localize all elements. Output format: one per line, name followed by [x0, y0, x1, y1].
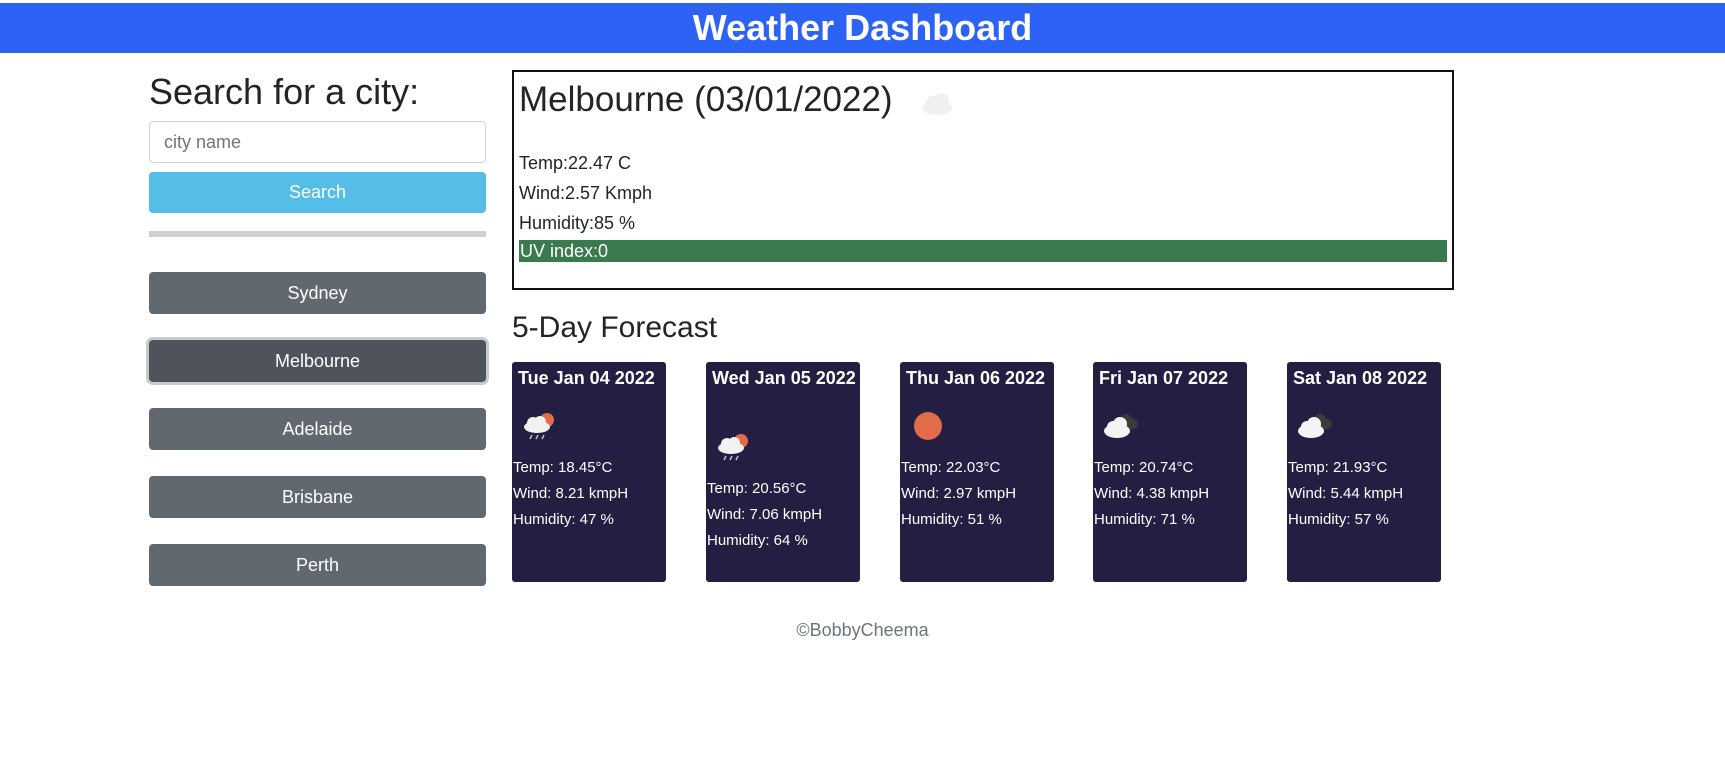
current-city-title: Melbourne (03/01/2022): [519, 80, 893, 119]
forecast-temp: Temp: 20.56°C: [707, 480, 807, 497]
forecast-date: Tue Jan 04 2022: [518, 368, 655, 388]
forecast-card: Tue Jan 04 2022 Temp: 18.45°C Wind: 8.21…: [512, 362, 666, 582]
app-header: Weather Dashboard: [0, 3, 1725, 53]
forecast-temp: Temp: 20.74°C: [1094, 459, 1194, 476]
history-city-melbourne-button[interactable]: Melbourne: [149, 340, 486, 382]
rain-sun-icon: [718, 434, 748, 461]
forecast-wind: Wind: 8.21 kmpH: [513, 485, 629, 502]
uv-index-badge: UV index:0: [519, 240, 1447, 262]
forecast-wind: Wind: 2.97 kmpH: [901, 485, 1017, 502]
forecast-humidity: Humidity: 47 %: [513, 511, 614, 528]
forecast-date: Thu Jan 06 2022: [906, 368, 1046, 388]
forecast-humidity: Humidity: 71 %: [1094, 511, 1195, 528]
rain-sun-icon: [524, 413, 554, 440]
current-temp: Temp:22.47 C: [519, 153, 632, 173]
divider: [149, 231, 486, 237]
forecast-date: Wed Jan 05 2022: [712, 368, 856, 388]
broken-clouds-icon: [1298, 414, 1332, 438]
app-title: Weather Dashboard: [692, 7, 1033, 48]
forecast-card: Fri Jan 07 2022 Temp: 20.74°C Wind: 4.38…: [1093, 362, 1247, 582]
current-humidity: Humidity:85 %: [519, 213, 636, 233]
forecast-wind: Wind: 4.38 kmpH: [1094, 485, 1210, 502]
cloud-icon: [922, 93, 952, 115]
forecast-humidity: Humidity: 51 %: [901, 511, 1002, 528]
forecast-temp: Temp: 22.03°C: [901, 459, 1001, 476]
forecast-wind: Wind: 5.44 kmpH: [1288, 485, 1404, 502]
search-sidebar: Search for a city: Search Sydney Melbour…: [149, 70, 486, 586]
forecast-date: Fri Jan 07 2022: [1099, 368, 1229, 388]
city-search-input[interactable]: [149, 121, 486, 163]
search-heading: Search for a city:: [149, 71, 420, 112]
footer-credit: ©BobbyCheema: [796, 620, 929, 640]
sun-icon: [914, 412, 942, 440]
forecast-card: Wed Jan 05 2022 Temp: 20.56°C Wind: 7.06…: [706, 362, 860, 582]
forecast-temp: Temp: 18.45°C: [513, 459, 613, 476]
forecast-card: Thu Jan 06 2022 Temp: 22.03°C Wind: 2.97…: [900, 362, 1054, 582]
current-weather-panel: Melbourne (03/01/2022) Temp:22.47 C Wind…: [512, 70, 1454, 290]
forecast-date: Sat Jan 08 2022: [1293, 368, 1428, 388]
history-city-sydney-button[interactable]: Sydney: [149, 272, 486, 314]
search-button[interactable]: Search: [149, 172, 486, 213]
forecast-card: Sat Jan 08 2022 Temp: 21.93°C Wind: 5.44…: [1287, 362, 1441, 582]
history-city-perth-button[interactable]: Perth: [149, 544, 486, 586]
current-wind: Wind:2.57 Kmph: [519, 183, 653, 203]
broken-clouds-icon: [1104, 414, 1138, 438]
forecast-heading: 5-Day Forecast: [512, 311, 718, 344]
forecast-temp: Temp: 21.93°C: [1288, 459, 1388, 476]
forecast-wind: Wind: 7.06 kmpH: [707, 506, 823, 523]
forecast-humidity: Humidity: 57 %: [1288, 511, 1389, 528]
forecast-humidity: Humidity: 64 %: [707, 532, 808, 549]
history-city-adelaide-button[interactable]: Adelaide: [149, 408, 486, 450]
history-city-brisbane-button[interactable]: Brisbane: [149, 476, 486, 518]
